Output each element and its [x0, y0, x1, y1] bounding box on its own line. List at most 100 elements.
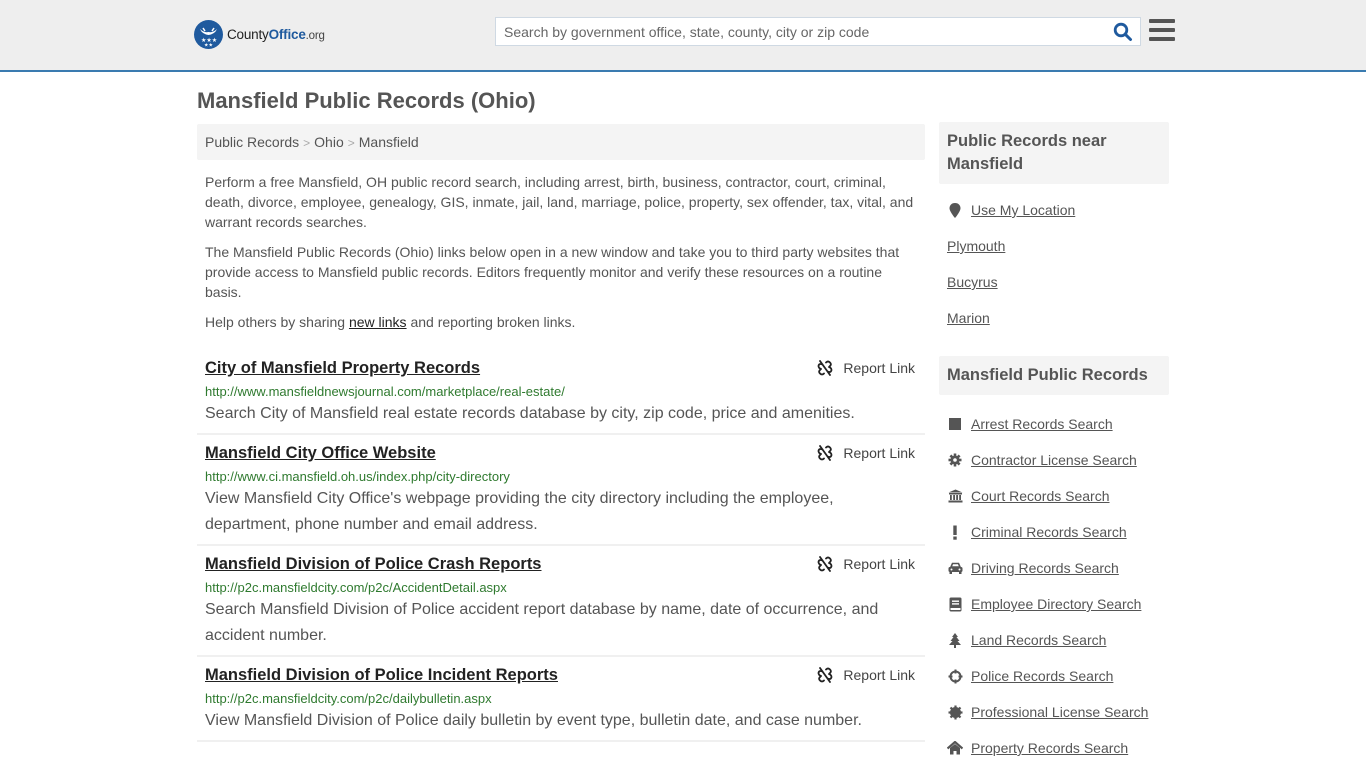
broken-link-icon — [818, 556, 833, 572]
nearby-heading: Public Records near Mansfield — [939, 122, 1169, 184]
hamburger-menu-button[interactable] — [1149, 19, 1175, 43]
record-link-land[interactable]: Land Records Search — [971, 632, 1106, 648]
result-url: http://www.mansfieldnewsjournal.com/mark… — [205, 384, 565, 399]
site-header: ★★★ ★★ CountyOffice.org — [0, 0, 1366, 72]
nearby-place-link[interactable]: Marion — [947, 310, 990, 326]
nearby-place-link[interactable]: Plymouth — [947, 238, 1005, 254]
certificate-icon — [947, 704, 963, 720]
intro-paragraph: The Mansfield Public Records (Ohio) link… — [205, 244, 900, 300]
search-icon — [1113, 22, 1132, 41]
gear-icon — [947, 452, 963, 468]
intro-paragraph: Perform a free Mansfield, OH public reco… — [205, 174, 914, 230]
menu-bar-icon — [1149, 28, 1175, 32]
report-link-button[interactable]: Report Link — [817, 360, 915, 376]
courthouse-icon — [947, 488, 963, 504]
report-link-label: Report Link — [843, 445, 915, 461]
car-icon — [947, 560, 963, 576]
help-text: and reporting broken links. — [406, 314, 576, 330]
search-box — [495, 17, 1141, 46]
record-item: Property Records Search — [947, 730, 1161, 766]
record-link-police[interactable]: Police Records Search — [971, 668, 1113, 684]
record-item: Police Records Search — [947, 658, 1161, 694]
report-link-label: Report Link — [843, 556, 915, 572]
nearby-place-link[interactable]: Bucyrus — [947, 274, 998, 290]
use-location-item: Use My Location — [947, 192, 1161, 228]
broken-link-icon — [818, 667, 833, 683]
search-input[interactable] — [496, 18, 1096, 45]
result-url: http://www.ci.mansfield.oh.us/index.php/… — [205, 469, 510, 484]
records-heading: Mansfield Public Records — [939, 356, 1169, 395]
result-description: Search City of Mansfield real estate rec… — [205, 405, 855, 422]
breadcrumb-ohio[interactable]: Ohio — [314, 134, 344, 150]
record-item: Driving Records Search — [947, 550, 1161, 586]
result-description: View Mansfield City Office's webpage pro… — [205, 490, 834, 533]
record-link-contractor[interactable]: Contractor License Search — [971, 452, 1137, 468]
sidebar: Public Records near Mansfield Use My Loc… — [939, 122, 1169, 766]
new-links-link[interactable]: new links — [349, 314, 407, 330]
nearby-place-item: Bucyrus — [947, 264, 1161, 300]
result-description: Search Mansfield Division of Police acci… — [205, 601, 879, 644]
result-description: View Mansfield Division of Police daily … — [205, 712, 862, 729]
report-link-button[interactable]: Report Link — [817, 667, 915, 683]
page-title: Mansfield Public Records (Ohio) — [197, 88, 536, 113]
main-content: Public Records > Ohio > Mansfield Perform a … — [197, 124, 925, 742]
crosshairs-icon — [947, 668, 963, 684]
logo-text: CountyOffice.org — [227, 27, 325, 42]
square-icon — [947, 416, 963, 432]
record-item: Contractor License Search — [947, 442, 1161, 478]
result-item: Mansfield Division of Police Incident Re… — [197, 657, 925, 742]
eagle-logo-icon: ★★★ ★★ — [194, 20, 223, 49]
report-link-button[interactable]: Report Link — [817, 445, 915, 461]
map-marker-icon — [947, 202, 963, 218]
search-button[interactable] — [1113, 22, 1135, 42]
record-item: Professional License Search — [947, 694, 1161, 730]
record-link-professional[interactable]: Professional License Search — [971, 704, 1148, 720]
breadcrumb-separator: > — [347, 136, 355, 150]
record-item: Land Records Search — [947, 622, 1161, 658]
help-paragraph: Help others by sharing new links and rep… — [205, 312, 917, 332]
breadcrumb-separator: > — [303, 136, 311, 150]
result-title-link[interactable]: Mansfield Division of Police Crash Repor… — [205, 554, 542, 574]
book-icon — [947, 596, 963, 612]
result-title-link[interactable]: Mansfield Division of Police Incident Re… — [205, 665, 558, 685]
record-link-driving[interactable]: Driving Records Search — [971, 560, 1119, 576]
svg-text:★★: ★★ — [204, 43, 213, 49]
report-link-button[interactable]: Report Link — [817, 556, 915, 572]
tree-icon — [947, 632, 963, 648]
nearby-place-item: Plymouth — [947, 228, 1161, 264]
record-link-property[interactable]: Property Records Search — [971, 740, 1128, 756]
record-link-arrest[interactable]: Arrest Records Search — [971, 416, 1113, 432]
menu-bar-icon — [1149, 19, 1175, 23]
intro-text: Perform a free Mansfield, OH public reco… — [197, 172, 925, 332]
results-list: City of Mansfield Property Records Repor… — [197, 350, 925, 742]
record-link-criminal[interactable]: Criminal Records Search — [971, 524, 1127, 540]
breadcrumb-mansfield[interactable]: Mansfield — [359, 134, 419, 150]
record-item: Arrest Records Search — [947, 406, 1161, 442]
result-item: City of Mansfield Property Records Repor… — [197, 350, 925, 435]
result-title-link[interactable]: City of Mansfield Property Records — [205, 358, 480, 378]
use-my-location-link[interactable]: Use My Location — [971, 202, 1075, 218]
menu-bar-icon — [1149, 37, 1175, 41]
exclamation-icon — [947, 524, 963, 540]
broken-link-icon — [818, 360, 833, 376]
result-title-link[interactable]: Mansfield City Office Website — [205, 443, 436, 463]
records-list: Arrest Records Search Contractor License… — [939, 406, 1169, 766]
home-icon — [947, 740, 963, 756]
help-text: Help others by sharing — [205, 314, 349, 330]
nearby-list: Use My Location Plymouth Bucyrus Marion — [939, 192, 1169, 336]
logo-link[interactable]: ★★★ ★★ CountyOffice.org — [194, 20, 325, 49]
nearby-place-item: Marion — [947, 300, 1161, 336]
report-link-label: Report Link — [843, 360, 915, 376]
record-link-court[interactable]: Court Records Search — [971, 488, 1110, 504]
record-link-employee[interactable]: Employee Directory Search — [971, 596, 1141, 612]
breadcrumb: Public Records > Ohio > Mansfield — [197, 124, 925, 160]
result-url: http://p2c.mansfieldcity.com/p2c/Acciden… — [205, 580, 507, 595]
result-item: Mansfield Division of Police Crash Repor… — [197, 546, 925, 657]
broken-link-icon — [818, 445, 833, 461]
record-item: Court Records Search — [947, 478, 1161, 514]
record-item: Criminal Records Search — [947, 514, 1161, 550]
breadcrumb-public-records[interactable]: Public Records — [205, 134, 299, 150]
result-item: Mansfield City Office Website Report Lin… — [197, 435, 925, 546]
result-url: http://p2c.mansfieldcity.com/p2c/dailybu… — [205, 691, 492, 706]
record-item: Employee Directory Search — [947, 586, 1161, 622]
